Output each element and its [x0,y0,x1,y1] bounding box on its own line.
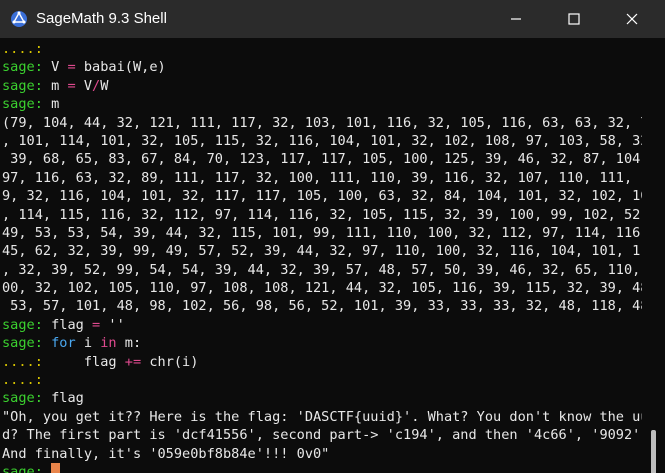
terminal-line: ....: flag += chr(i) [2,353,642,371]
code-text: V [42,59,68,76]
prompt-text: sage: [2,77,43,94]
terminal-line: 45, 62, 32, 39, 99, 49, 57, 52, 39, 44, … [2,242,642,260]
prompt-text: sage: [2,96,43,113]
code-text: And finally, it's '059e0bf8b84e'!!! 0v0" [2,445,330,462]
code-text: m [42,96,60,113]
code-text: flag [42,316,93,333]
continuation-prompt: ....: [2,41,43,57]
continuation-prompt: ....: [2,372,43,389]
code-text: , 32, 39, 52, 99, 54, 54, 39, 44, 32, 39… [2,261,642,278]
terminal-line: 49, 53, 53, 54, 39, 44, 32, 115, 101, 99… [2,224,642,242]
operator-token: += [124,353,142,370]
continuation-prompt: ....: [2,353,43,370]
code-text: , 114, 115, 116, 32, 112, 97, 114, 116, … [2,206,642,223]
prompt-text: sage: [2,316,43,333]
terminal-line: 9, 32, 116, 104, 101, 32, 117, 117, 105,… [2,187,642,205]
code-text: chr(i) [141,353,199,370]
prompt-text: sage: [2,335,43,352]
terminal-line: 97, 116, 63, 32, 89, 111, 117, 32, 100, … [2,169,642,187]
terminal-line: sage: for i in m: [2,334,642,352]
terminal-line: ....: [2,40,642,58]
scrollbar[interactable] [646,40,665,473]
terminal-line: sage: m [2,95,642,113]
scrollbar-thumb[interactable] [651,430,656,473]
terminal-line: , 32, 39, 52, 99, 54, 54, 39, 44, 32, 39… [2,261,642,279]
terminal-line: 53, 57, 101, 48, 98, 102, 56, 98, 56, 52… [2,297,642,315]
terminal-line: , 114, 115, 116, 32, 112, 97, 114, 116, … [2,206,642,224]
close-button[interactable] [609,0,655,38]
code-text: 45, 62, 32, 39, 99, 49, 57, 52, 39, 44, … [2,243,642,260]
terminal-line: sage: [2,462,642,473]
terminal-line: ....: [2,371,642,389]
terminal-output[interactable]: ....: sage: V = babai(W,e) sage: m = V/W sa… [2,40,642,473]
code-text: 39, 68, 65, 83, 67, 84, 70, 123, 117, 11… [2,151,642,168]
operator-token: / [92,77,101,94]
code-text: 97, 116, 63, 32, 89, 111, 117, 32, 100, … [2,169,642,186]
terminal-line: 00, 32, 102, 105, 110, 97, 108, 108, 121… [2,279,642,297]
code-text: 9, 32, 116, 104, 101, 32, 117, 117, 105,… [2,188,642,205]
code-text: , 101, 114, 101, 32, 105, 115, 32, 116, … [2,132,642,149]
sagemath-shell-window: SageMath 9.3 Shell ....: sage: V = babai(… [0,0,665,473]
terminal-line: And finally, it's '059e0bf8b84e'!!! 0v0" [2,445,642,463]
code-text: flag [42,353,125,370]
prompt-text: sage: [2,390,43,407]
title-bar[interactable]: SageMath 9.3 Shell [0,0,665,38]
operator-token: in [100,335,117,352]
code-text: i [75,335,101,352]
operator-token: = [67,77,76,94]
code-text: '' [100,316,125,333]
terminal-line: sage: V = babai(W,e) [2,58,642,76]
operator-token: = [67,59,76,76]
terminal-line: 39, 68, 65, 83, 67, 84, 70, 123, 117, 11… [2,150,642,168]
code-text: babai(W,e) [75,59,166,76]
code-text: W [100,77,109,94]
code-text: 49, 53, 53, 54, 39, 44, 32, 115, 101, 99… [2,224,642,241]
code-text: "Oh, you get it?? Here is the flag: 'DAS… [2,408,642,425]
terminal-line: sage: flag [2,389,642,407]
minimize-button[interactable] [493,0,539,38]
terminal-line: sage: m = V/W [2,77,642,95]
text-cursor [51,462,61,473]
terminal-line: , 101, 114, 101, 32, 105, 115, 32, 116, … [2,132,642,150]
code-text: m: [116,335,142,352]
keyword-token: for [51,335,76,352]
code-text: 00, 32, 102, 105, 110, 97, 108, 108, 121… [2,280,642,297]
code-text: (79, 104, 44, 32, 121, 111, 117, 32, 103… [2,114,642,131]
code-text: 53, 57, 101, 48, 98, 102, 56, 98, 56, 52… [2,298,642,315]
sagemath-app-icon [10,10,28,28]
code-text: d? The first part is 'dcf41556', second … [2,427,642,444]
close-icon [626,13,638,25]
terminal-line: d? The first part is 'dcf41556', second … [2,426,642,444]
maximize-button[interactable] [551,0,597,38]
maximize-icon [568,13,580,25]
minimize-icon [510,13,522,25]
code-text: m [42,77,68,94]
terminal-line: (79, 104, 44, 32, 121, 111, 117, 32, 103… [2,114,642,132]
window-title: SageMath 9.3 Shell [36,10,167,27]
prompt-text: sage: [2,463,43,473]
code-text: flag [42,390,84,407]
terminal-line: "Oh, you get it?? Here is the flag: 'DAS… [2,408,642,426]
terminal-line: sage: flag = '' [2,316,642,334]
operator-token: = [92,316,101,333]
prompt-text: sage: [2,59,43,76]
code-text: V [75,77,93,94]
